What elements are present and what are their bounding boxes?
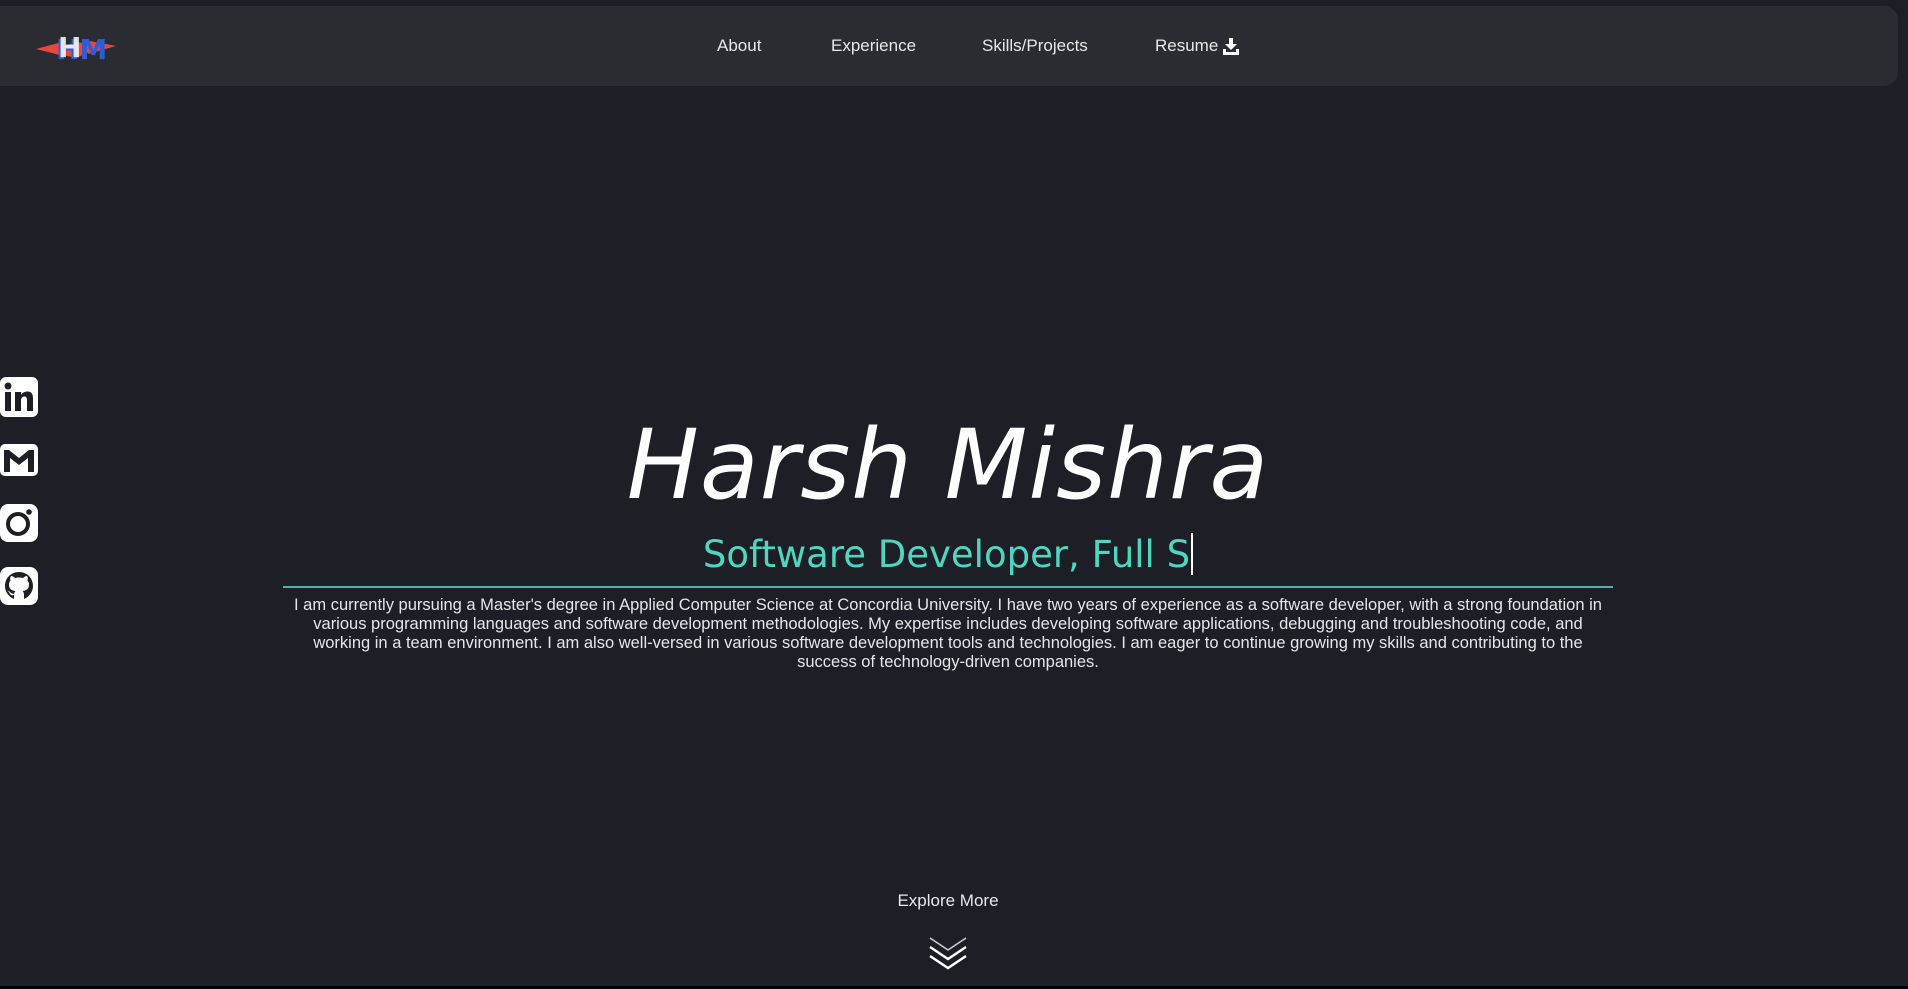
download-icon: [1223, 37, 1240, 55]
explore-more-link[interactable]: Explore More: [0, 891, 1896, 911]
hm-logo[interactable]: HM H: [36, 28, 116, 68]
double-chevron-down-icon[interactable]: [927, 935, 969, 973]
nav-link-resume[interactable]: Resume: [1155, 36, 1240, 56]
hero-bio: I am currently pursuing a Master's degre…: [294, 596, 1602, 671]
typing-cursor: [1191, 533, 1194, 575]
hero-divider: [283, 586, 1613, 588]
hero-name: Harsh Mishra: [626, 409, 1270, 521]
navbar: HM H About Experience Skills/Projects Re…: [0, 6, 1898, 86]
resume-label: Resume: [1155, 36, 1219, 55]
nav-link-about[interactable]: About: [717, 36, 761, 56]
svg-text:H: H: [58, 31, 81, 64]
hero-role-typewriter: Software Developer, Full S: [0, 530, 1896, 580]
nav-link-experience[interactable]: Experience: [831, 36, 916, 56]
nav-link-skills-projects[interactable]: Skills/Projects: [982, 36, 1088, 56]
portfolio-page: HM H About Experience Skills/Projects Re…: [0, 0, 1908, 989]
hero-role-text: Software Developer, Full S: [702, 533, 1191, 576]
